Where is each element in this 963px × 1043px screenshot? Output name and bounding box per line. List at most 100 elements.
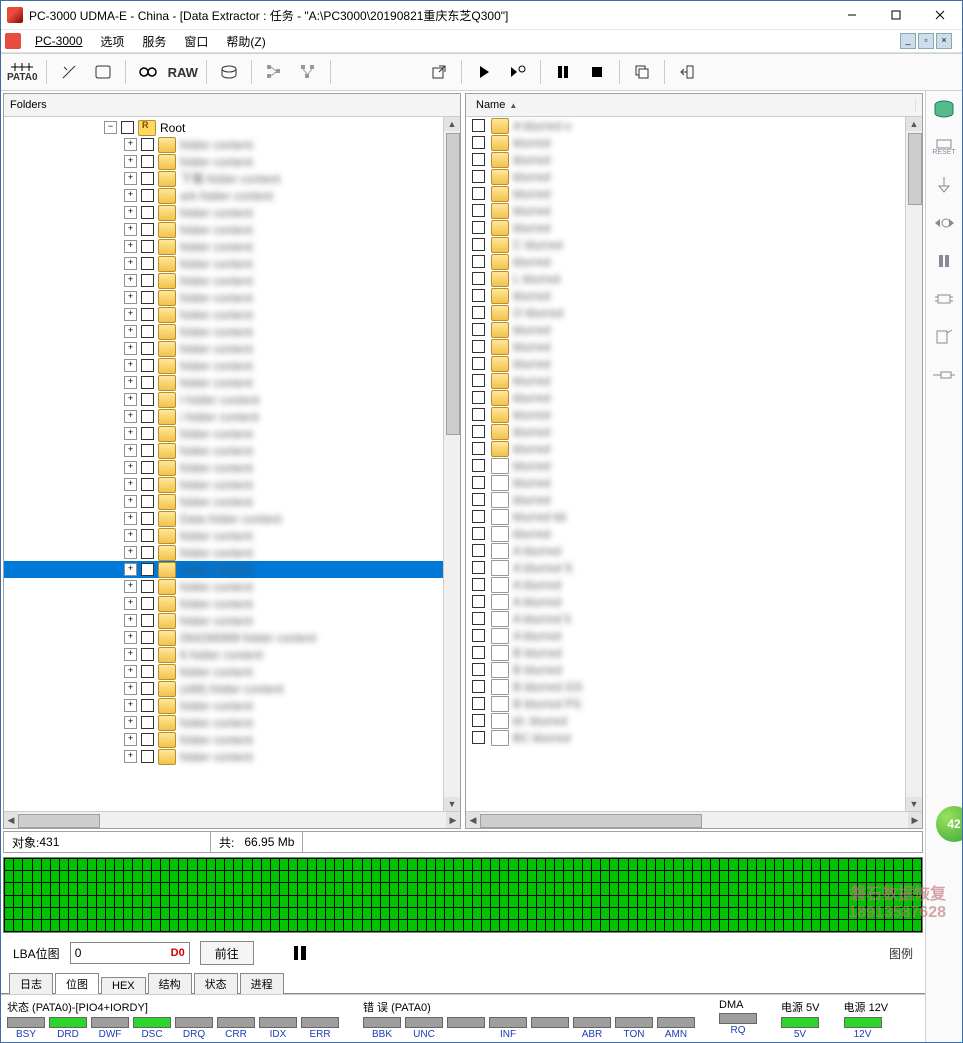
checkbox[interactable] bbox=[472, 680, 485, 693]
menu-services[interactable]: 服务 bbox=[134, 31, 174, 52]
expand-toggle[interactable] bbox=[124, 597, 137, 610]
tree-row[interactable]: folder content bbox=[4, 731, 460, 748]
pata-button[interactable]: PATA0 bbox=[7, 59, 38, 85]
menu-options[interactable]: 选项 bbox=[92, 31, 132, 52]
tree-row[interactable]: folder content bbox=[4, 289, 460, 306]
rt-chip-icon[interactable] bbox=[932, 287, 956, 311]
tree-row[interactable]: folder content bbox=[4, 374, 460, 391]
file-row[interactable]: blurred bbox=[466, 185, 922, 202]
rt-eject-icon[interactable] bbox=[932, 325, 956, 349]
checkbox[interactable] bbox=[472, 408, 485, 421]
tree-hscrollbar[interactable]: ◀ ▶ bbox=[4, 811, 460, 828]
expand-toggle[interactable] bbox=[124, 359, 137, 372]
tree-row[interactable]: folder content bbox=[4, 476, 460, 493]
tree-row[interactable]: 下载 folder content bbox=[4, 170, 460, 187]
tree-row[interactable]: folder content bbox=[4, 697, 460, 714]
expand-toggle[interactable] bbox=[124, 614, 137, 627]
scroll-left-icon[interactable]: ◀ bbox=[466, 812, 480, 828]
pause-icon[interactable] bbox=[294, 946, 306, 960]
tree-row[interactable]: folder content bbox=[4, 255, 460, 272]
expand-toggle[interactable] bbox=[124, 189, 137, 202]
expand-toggle[interactable] bbox=[124, 546, 137, 559]
tree-label[interactable]: Root bbox=[160, 121, 185, 135]
checkbox[interactable] bbox=[472, 663, 485, 676]
file-row[interactable]: blurred bbox=[466, 202, 922, 219]
file-row[interactable]: B blurred PS bbox=[466, 695, 922, 712]
checkbox[interactable] bbox=[141, 478, 154, 491]
checkbox[interactable] bbox=[141, 410, 154, 423]
file-row[interactable]: blurred bbox=[466, 474, 922, 491]
checkbox[interactable] bbox=[472, 255, 485, 268]
export-button[interactable] bbox=[425, 59, 453, 85]
expand-toggle[interactable] bbox=[124, 699, 137, 712]
scroll-thumb[interactable] bbox=[446, 133, 460, 435]
tools-button[interactable] bbox=[55, 59, 83, 85]
exit-button[interactable] bbox=[673, 59, 701, 85]
expand-toggle[interactable] bbox=[124, 495, 137, 508]
file-row[interactable]: A blurred S bbox=[466, 559, 922, 576]
checkbox[interactable] bbox=[472, 238, 485, 251]
checkbox[interactable] bbox=[141, 274, 154, 287]
folder-tree[interactable]: Root folder content folder content 下载 fol… bbox=[4, 117, 460, 811]
tree-row[interactable]: folder content bbox=[4, 221, 460, 238]
files-vscrollbar[interactable]: ▲ ▼ bbox=[905, 117, 922, 811]
checkbox[interactable] bbox=[472, 697, 485, 710]
checkbox[interactable] bbox=[141, 427, 154, 440]
struct1-button[interactable] bbox=[260, 59, 288, 85]
disk-button[interactable] bbox=[215, 59, 243, 85]
file-row[interactable]: A blurred 5 bbox=[466, 610, 922, 627]
checkbox[interactable] bbox=[472, 221, 485, 234]
tree-row[interactable]: 6 folder content bbox=[4, 646, 460, 663]
checkbox[interactable] bbox=[472, 595, 485, 608]
tree-row[interactable]: folder content bbox=[4, 306, 460, 323]
expand-toggle[interactable] bbox=[124, 733, 137, 746]
checkbox[interactable] bbox=[141, 716, 154, 729]
checkbox[interactable] bbox=[141, 172, 154, 185]
play-settings-button[interactable] bbox=[504, 59, 532, 85]
file-row[interactable]: O blurred bbox=[466, 304, 922, 321]
tree-row[interactable]: folder content bbox=[4, 357, 460, 374]
checkbox[interactable] bbox=[472, 153, 485, 166]
checkbox[interactable] bbox=[472, 476, 485, 489]
hscroll-thumb[interactable] bbox=[480, 814, 702, 828]
checkbox[interactable] bbox=[141, 308, 154, 321]
tree-row[interactable]: folder content bbox=[4, 714, 460, 731]
tree-vscrollbar[interactable]: ▲ ▼ bbox=[443, 117, 460, 811]
expand-toggle[interactable] bbox=[124, 682, 137, 695]
lba-input[interactable]: 0 D0 bbox=[70, 942, 190, 964]
file-row[interactable]: B blurred bbox=[466, 644, 922, 661]
files-hscrollbar[interactable]: ◀ ▶ bbox=[466, 811, 922, 828]
checkbox[interactable] bbox=[141, 206, 154, 219]
scroll-right-icon[interactable]: ▶ bbox=[446, 812, 460, 828]
tab-状态[interactable]: 状态 bbox=[194, 973, 238, 994]
file-row[interactable]: blurred bbox=[466, 287, 922, 304]
checkbox[interactable] bbox=[141, 631, 154, 644]
file-row[interactable]: blurred bbox=[466, 372, 922, 389]
checkbox[interactable] bbox=[141, 223, 154, 236]
file-row[interactable]: blurred bbox=[466, 423, 922, 440]
play-button[interactable] bbox=[470, 59, 498, 85]
tree-row[interactable]: folder content bbox=[4, 595, 460, 612]
checkbox[interactable] bbox=[121, 121, 134, 134]
expand-toggle[interactable] bbox=[124, 750, 137, 763]
expand-toggle[interactable] bbox=[124, 308, 137, 321]
file-row[interactable]: blurred bbox=[466, 457, 922, 474]
file-row[interactable]: blurred bbox=[466, 321, 922, 338]
expand-toggle[interactable] bbox=[124, 138, 137, 151]
scroll-down-icon[interactable]: ▼ bbox=[444, 797, 460, 811]
pause-button[interactable] bbox=[549, 59, 577, 85]
checkbox[interactable] bbox=[141, 665, 154, 678]
menu-window[interactable]: 窗口 bbox=[176, 31, 216, 52]
scroll-thumb[interactable] bbox=[908, 133, 922, 205]
checkbox[interactable] bbox=[472, 119, 485, 132]
file-row[interactable]: blurred bbox=[466, 355, 922, 372]
checkbox[interactable] bbox=[472, 357, 485, 370]
file-row[interactable]: B blurred GS bbox=[466, 678, 922, 695]
file-row[interactable]: blurred bbox=[466, 338, 922, 355]
file-row[interactable]: blurred bbox=[466, 134, 922, 151]
checkbox[interactable] bbox=[472, 561, 485, 574]
checkbox[interactable] bbox=[141, 495, 154, 508]
checkbox[interactable] bbox=[472, 306, 485, 319]
expand-toggle[interactable] bbox=[124, 257, 137, 270]
checkbox[interactable] bbox=[472, 510, 485, 523]
